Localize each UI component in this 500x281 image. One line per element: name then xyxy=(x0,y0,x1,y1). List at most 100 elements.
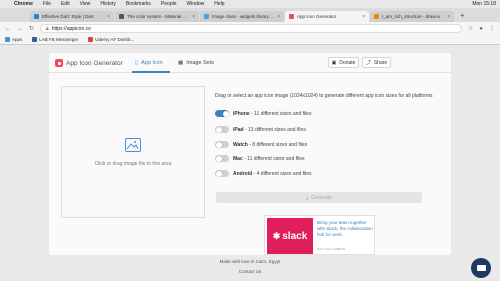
ad-brand: slack xyxy=(282,230,308,242)
option-iphone: iPhone - 11 different sizes and files xyxy=(215,110,311,117)
watch-toggle[interactable] xyxy=(215,141,229,148)
option-name: iPhone xyxy=(233,110,250,117)
browser-tab[interactable]: I_am_rich_structure - draw.io × xyxy=(370,11,454,22)
tab-image-sets[interactable]: ▦ Image Sets xyxy=(178,60,214,66)
option-android: Android - 4 different sizes and files xyxy=(215,170,312,177)
tab-title: I_am_rich_structure - draw.io xyxy=(382,14,441,19)
url-text: https://appicon.co xyxy=(51,25,91,32)
donate-button[interactable]: ▣ Donate xyxy=(328,57,359,68)
browser-tab[interactable]: The color system - Material Des... × xyxy=(115,11,199,22)
option-mac: Mac - 11 different sizes and files xyxy=(215,155,305,162)
back-icon[interactable]: ← xyxy=(5,26,11,32)
browser-tab[interactable]: Image class - widgets library - ... × xyxy=(200,11,284,22)
carbon-ad[interactable]: ✱ slack Bring your team together with Sl… xyxy=(264,215,375,255)
instructions-text: Drag or select an app icon image (1024x1… xyxy=(215,93,433,99)
generate-label: Generate xyxy=(311,194,333,201)
slack-logo-icon: ✱ xyxy=(272,230,281,241)
option-name: Android xyxy=(233,170,253,177)
app-title: App Icon Generator xyxy=(66,60,123,67)
close-tab-icon[interactable]: × xyxy=(277,14,280,20)
share-label: Share xyxy=(373,59,388,66)
option-detail: - 11 different sizes and files xyxy=(242,155,305,162)
option-detail: - 13 different sizes and files xyxy=(243,126,306,133)
contact-link[interactable]: Contact Us xyxy=(0,269,500,274)
menu-app-name[interactable]: Chrome xyxy=(14,1,33,7)
tab-title: Effective Dart: Style | Dart xyxy=(42,14,94,19)
lock-icon: 🔒︎ xyxy=(46,25,49,32)
tab-title: App Icon Generator xyxy=(297,14,337,19)
menu-edit[interactable]: Edit xyxy=(61,1,70,7)
tab-title: The color system - Material Des... xyxy=(127,14,190,19)
menu-bookmarks[interactable]: Bookmarks xyxy=(126,1,151,7)
option-detail: - 4 different sizes and files xyxy=(252,170,312,177)
macos-menubar: Chrome File Edit View History Bookmarks … xyxy=(0,0,500,8)
menu-file[interactable]: File xyxy=(43,1,51,7)
apps-grid-icon xyxy=(5,37,10,42)
menu-people[interactable]: People xyxy=(161,1,177,7)
reload-icon[interactable]: ↻ xyxy=(29,25,34,32)
bookmark-label: LAB FB Messenger xyxy=(39,37,79,42)
tab-favicon xyxy=(119,14,124,19)
close-tab-icon[interactable]: × xyxy=(107,14,110,20)
phone-icon: ▯ xyxy=(135,60,139,66)
close-tab-icon[interactable]: × xyxy=(362,14,365,20)
tab-app-icon[interactable]: ▯ App Icon xyxy=(135,60,163,66)
udemy-icon xyxy=(88,37,94,42)
image-dropzone[interactable]: Click or drag image file to this area xyxy=(61,86,205,218)
option-name: iPad xyxy=(233,126,244,133)
app-logo-icon xyxy=(55,59,63,67)
tab-favicon xyxy=(204,14,209,19)
facebook-icon xyxy=(32,37,38,42)
share-button[interactable]: ⤴ Share xyxy=(362,57,391,68)
menu-view[interactable]: View xyxy=(80,1,91,7)
chat-widget-button[interactable] xyxy=(471,258,491,278)
app-card: App Icon Generator ▯ App Icon ▦ Image Se… xyxy=(49,53,451,255)
tab-label: App Icon xyxy=(141,60,163,66)
bookmark-star-icon[interactable]: ☆ xyxy=(468,25,473,32)
mac-toggle[interactable] xyxy=(215,155,229,162)
active-tab-indicator xyxy=(132,71,170,73)
option-detail: - 8 different sizes and files xyxy=(247,141,308,148)
grid-icon: ▦ xyxy=(178,60,184,66)
chat-bubble-icon xyxy=(476,265,486,271)
ad-text[interactable]: Bring your team together with Slack, the… xyxy=(317,220,374,238)
browser-tab[interactable]: Effective Dart: Style | Dart × xyxy=(30,11,114,22)
dropzone-text: Click or drag image file to this area xyxy=(94,161,172,167)
menu-history[interactable]: History xyxy=(100,1,116,7)
close-tab-icon[interactable]: × xyxy=(192,14,195,20)
tab-favicon xyxy=(34,14,39,19)
bookmark-apps[interactable]: Apps xyxy=(5,37,22,42)
forward-icon[interactable]: → xyxy=(17,26,23,32)
iphone-toggle[interactable] xyxy=(215,110,229,117)
more-menu-icon[interactable]: ⋮ xyxy=(489,25,495,32)
app-header: App Icon Generator ▯ App Icon ▦ Image Se… xyxy=(49,53,451,73)
new-tab-button[interactable]: + xyxy=(460,11,465,20)
bookmarks-bar: Apps LAB FB Messenger Udemy AF Dashb... xyxy=(0,35,500,45)
ipad-toggle[interactable] xyxy=(215,126,229,133)
tab-favicon xyxy=(374,14,379,19)
tab-strip: Effective Dart: Style | Dart × The color… xyxy=(0,8,500,22)
option-ipad: iPad - 13 different sizes and files xyxy=(215,126,306,133)
url-field[interactable]: 🔒︎ https://appicon.co xyxy=(40,24,462,33)
share-icon: ⤴ xyxy=(365,60,371,66)
slack-ad-image[interactable]: ✱ slack xyxy=(267,218,313,254)
option-name: Mac xyxy=(233,155,243,162)
generate-button[interactable]: ⤓ Generate xyxy=(216,192,422,203)
address-toolbar: ← → ↻ 🔒︎ https://appicon.co ☆ ● ⋮ xyxy=(0,22,500,35)
donate-label: Donate xyxy=(339,59,356,66)
option-name: Watch xyxy=(233,141,248,148)
menu-window[interactable]: Window xyxy=(187,1,205,7)
close-tab-icon[interactable]: × xyxy=(447,14,450,20)
bookmark-lab-fb-messenger[interactable]: LAB FB Messenger xyxy=(32,37,78,42)
tab-title: Image class - widgets library - ... xyxy=(212,14,275,19)
bookmark-label: Udemy AF Dashb... xyxy=(95,37,135,42)
donate-icon: ▣ xyxy=(331,59,337,66)
page-viewport: App Icon Generator ▯ App Icon ▦ Image Se… xyxy=(0,45,500,281)
ad-via[interactable]: ADS VIA CARBON xyxy=(317,247,345,251)
menu-help[interactable]: Help xyxy=(214,1,224,7)
image-icon xyxy=(125,138,141,152)
browser-tab-active[interactable]: App Icon Generator × xyxy=(285,11,369,22)
bookmark-udemy[interactable]: Udemy AF Dashb... xyxy=(88,37,134,42)
android-toggle[interactable] xyxy=(215,170,229,177)
profile-icon[interactable]: ● xyxy=(479,26,483,32)
